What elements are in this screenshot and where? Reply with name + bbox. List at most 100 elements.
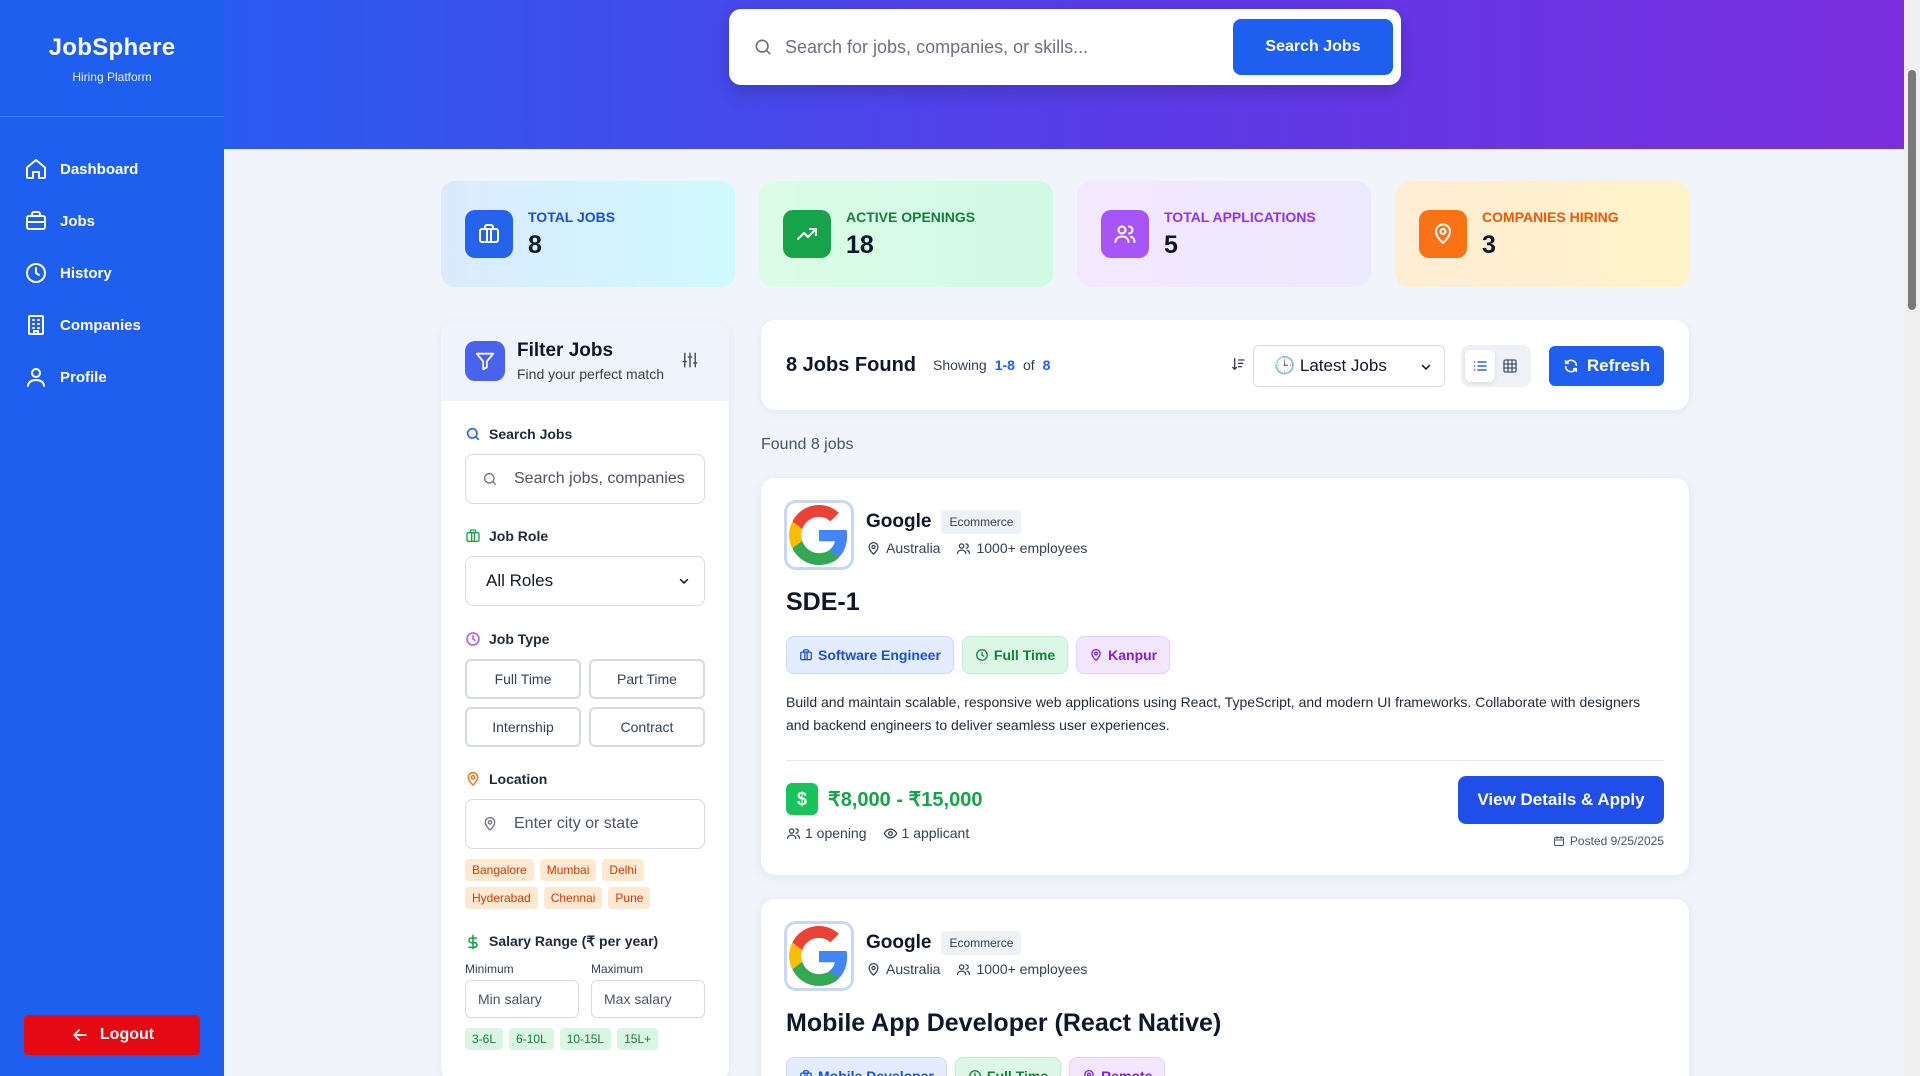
briefcase-icon bbox=[800, 1070, 812, 1076]
role-tag: Mobile Developer bbox=[786, 1057, 947, 1076]
sidebar-nav: Dashboard Jobs History Companies Profile bbox=[0, 143, 224, 403]
sliders-icon[interactable] bbox=[681, 351, 699, 369]
role-select[interactable]: All Roles bbox=[465, 556, 705, 606]
job-title[interactable]: SDE-1 bbox=[786, 588, 860, 617]
filter-panel: Filter Jobs Find your perfect match Sear… bbox=[441, 321, 729, 1076]
company-header: Google Ecommerce bbox=[866, 510, 1022, 534]
filter-location-label-text: Location bbox=[489, 771, 548, 787]
type-tag: Full Time bbox=[961, 636, 1069, 674]
sidebar-item-label: Companies bbox=[60, 316, 141, 334]
stat-icon-box bbox=[1101, 210, 1149, 258]
sort-select[interactable]: 🕒 Latest Jobs bbox=[1253, 345, 1445, 387]
eye-icon bbox=[883, 828, 897, 838]
logout-label: Logout bbox=[99, 1026, 155, 1043]
openings-count: 1 opening bbox=[805, 825, 867, 841]
results-header: 8 Jobs Found Showing 1-8 of 8 🕒 Latest Jobs… bbox=[761, 320, 1689, 410]
job-type-internship[interactable]: Internship bbox=[465, 707, 581, 747]
sidebar-item-dashboard[interactable]: Dashboard bbox=[0, 143, 224, 195]
showing-of: of bbox=[1022, 357, 1035, 373]
applicants-count: 1 applicant bbox=[901, 825, 970, 841]
list-view-button[interactable] bbox=[1465, 350, 1495, 382]
job-type-contract[interactable]: Contract bbox=[589, 707, 705, 747]
briefcase-icon bbox=[466, 529, 480, 542]
sidebar-item-label: History bbox=[60, 264, 112, 282]
stat-label: ACTIVE OPENINGS bbox=[846, 208, 976, 225]
brand: JobSphere Hiring Platform bbox=[0, 0, 224, 117]
hero-banner: Search Jobs bbox=[224, 0, 1904, 149]
min-salary-field bbox=[465, 980, 579, 1018]
job-card: Google Ecommerce Australia 1000+ employe… bbox=[761, 478, 1689, 875]
salary-chip-15l-plus[interactable]: 15L+ bbox=[617, 1028, 659, 1050]
location-chip-hyderabad[interactable]: Hyderabad bbox=[465, 887, 538, 909]
location-chip-mumbai[interactable]: Mumbai bbox=[539, 859, 597, 881]
google-logo-icon bbox=[789, 926, 848, 986]
sort-select-value: 🕒 Latest Jobs bbox=[1274, 356, 1387, 375]
dollar-icon bbox=[468, 934, 478, 949]
location-chips: Bangalore Mumbai Delhi Hyderabad Chennai… bbox=[465, 859, 705, 909]
location-chip-chennai[interactable]: Chennai bbox=[543, 887, 603, 909]
sidebar-item-jobs[interactable]: Jobs bbox=[0, 195, 224, 247]
salary-chip-6-10l[interactable]: 6-10L bbox=[509, 1028, 554, 1050]
map-pin-icon bbox=[868, 962, 879, 976]
job-title[interactable]: Mobile App Developer (React Native) bbox=[786, 1009, 1221, 1038]
view-details-apply-button[interactable]: View Details & Apply bbox=[1458, 776, 1664, 824]
salary-preset-chips: 3-6L 6-10L 10-15L 15L+ bbox=[465, 1028, 705, 1050]
dollar-icon: $ bbox=[786, 783, 818, 815]
hero-search-input[interactable] bbox=[785, 36, 1225, 58]
sidebar: JobSphere Hiring Platform Dashboard Jobs… bbox=[0, 0, 224, 1076]
logout-button[interactable]: Logout bbox=[24, 1015, 200, 1055]
sidebar-item-companies[interactable]: Companies bbox=[0, 299, 224, 351]
page-scrollbar[interactable] bbox=[1904, 0, 1920, 1076]
grid-view-button[interactable] bbox=[1495, 350, 1525, 382]
salary-chip-10-15l[interactable]: 10-15L bbox=[559, 1028, 612, 1050]
sidebar-item-history[interactable]: History bbox=[0, 247, 224, 299]
company-meta: Australia 1000+ employees bbox=[866, 961, 1087, 977]
stat-card-companies-hiring: COMPANIES HIRING 3 bbox=[1395, 181, 1689, 287]
location-chip-pune[interactable]: Pune bbox=[608, 887, 651, 909]
company-logo bbox=[784, 500, 854, 570]
location-chip-delhi[interactable]: Delhi bbox=[602, 859, 644, 881]
clock-icon bbox=[976, 649, 988, 661]
company-name[interactable]: Google bbox=[866, 511, 931, 533]
filter-search-section: Search Jobs bbox=[465, 426, 705, 504]
briefcase-icon bbox=[800, 649, 812, 661]
max-salary-input[interactable] bbox=[604, 991, 700, 1007]
google-logo-icon bbox=[789, 505, 848, 565]
location-chip-bangalore[interactable]: Bangalore bbox=[465, 859, 534, 881]
salary-chip-3-6l[interactable]: 3-6L bbox=[465, 1028, 504, 1050]
refresh-button[interactable]: Refresh bbox=[1549, 346, 1664, 386]
briefcase-icon bbox=[26, 211, 46, 230]
salary-inputs: Minimum Maximum bbox=[465, 962, 705, 1018]
role-tag: Software Engineer bbox=[786, 636, 954, 674]
filter-salary-label: Salary Range (₹ per year) bbox=[465, 933, 705, 950]
job-type-grid: Full Time Part Time Internship Contract bbox=[465, 659, 705, 747]
job-type-full-time[interactable]: Full Time bbox=[465, 659, 581, 699]
type-tag-label: Full Time bbox=[986, 1068, 1049, 1076]
search-jobs-button[interactable]: Search Jobs bbox=[1233, 19, 1393, 75]
job-type-part-time[interactable]: Part Time bbox=[589, 659, 705, 699]
stat-icon-box bbox=[1419, 210, 1467, 258]
sidebar-item-label: Dashboard bbox=[60, 160, 139, 178]
users-icon bbox=[957, 963, 971, 975]
location-input[interactable] bbox=[514, 815, 704, 833]
search-icon bbox=[466, 427, 480, 441]
map-pin-icon bbox=[868, 541, 879, 555]
company-name[interactable]: Google bbox=[866, 932, 931, 954]
sidebar-item-profile[interactable]: Profile bbox=[0, 351, 224, 403]
location-tag-label: Kanpur bbox=[1108, 647, 1158, 663]
role-tag-label: Software Engineer bbox=[818, 647, 941, 663]
filter-icon-box bbox=[465, 341, 505, 381]
users-icon bbox=[1114, 225, 1136, 243]
filter-search-input[interactable] bbox=[514, 470, 704, 488]
brand-name: JobSphere bbox=[48, 34, 176, 61]
results-showing: Showing 1-8 of 8 bbox=[933, 357, 1058, 373]
min-salary-input[interactable] bbox=[478, 991, 574, 1007]
type-tag: Full Time bbox=[954, 1057, 1062, 1076]
stat-value: 18 bbox=[846, 230, 874, 259]
user-icon bbox=[27, 368, 45, 387]
job-tags: Software Engineer Full Time Kanpur bbox=[786, 636, 1178, 674]
stat-label: TOTAL JOBS bbox=[528, 208, 616, 225]
arrow-left-icon bbox=[73, 1029, 87, 1041]
filter-search-field bbox=[465, 454, 705, 504]
scrollbar-thumb[interactable] bbox=[1908, 70, 1916, 310]
